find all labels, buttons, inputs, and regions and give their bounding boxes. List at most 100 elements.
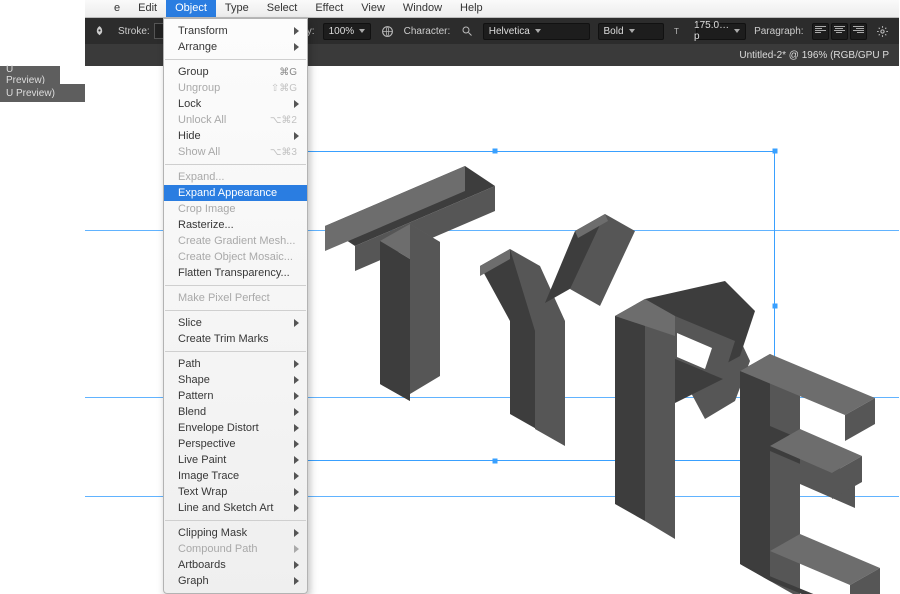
menu-item-label: Lock	[178, 98, 201, 110]
menubar-item-window[interactable]: Window	[394, 0, 451, 17]
menu-item-label: Envelope Distort	[178, 422, 259, 434]
menu-item-envelope-distort[interactable]: Envelope Distort	[164, 420, 307, 436]
menu-item-label: Text Wrap	[178, 486, 227, 498]
app-icon	[93, 25, 106, 38]
menu-item-path[interactable]: Path	[164, 356, 307, 372]
menu-item-unlock-all: Unlock All⌥⌘2	[164, 112, 307, 128]
menu-separator	[165, 285, 306, 286]
menu-item-expand: Expand...	[164, 169, 307, 185]
document-tab-left[interactable]: U Preview)	[0, 66, 60, 84]
menubar: eEditObjectTypeSelectEffectViewWindowHel…	[85, 0, 899, 18]
menu-item-live-paint[interactable]: Live Paint	[164, 452, 307, 468]
menubar-item-object[interactable]: Object	[166, 0, 216, 17]
menu-item-label: Live Paint	[178, 454, 226, 466]
menu-item-label: Slice	[178, 317, 202, 329]
paragraph-align-group	[812, 23, 867, 40]
menu-item-shortcut: ⌥⌘3	[260, 147, 297, 158]
opacity-field[interactable]: 100%	[323, 23, 372, 40]
menu-item-graph[interactable]: Graph	[164, 573, 307, 589]
font-family-field[interactable]: Helvetica	[483, 23, 590, 40]
selection-anchor[interactable]	[773, 149, 778, 154]
menu-item-label: Artboards	[178, 559, 226, 571]
menu-item-perspective[interactable]: Perspective	[164, 436, 307, 452]
menu-item-lock[interactable]: Lock	[164, 96, 307, 112]
menu-item-artboards[interactable]: Artboards	[164, 557, 307, 573]
menu-item-transform[interactable]: Transform	[164, 23, 307, 39]
menubar-item-edit[interactable]: Edit	[129, 0, 166, 17]
menu-item-group[interactable]: Group⌘G	[164, 64, 307, 80]
font-size-icon: T	[672, 23, 688, 40]
menu-item-label: Show All	[178, 146, 220, 158]
menu-item-make-pixel-perfect: Make Pixel Perfect	[164, 290, 307, 306]
selection-anchor[interactable]	[493, 149, 498, 154]
menu-item-image-trace[interactable]: Image Trace	[164, 468, 307, 484]
menu-item-label: Transform	[178, 25, 228, 37]
menu-item-hide[interactable]: Hide	[164, 128, 307, 144]
menu-item-label: Line and Sketch Art	[178, 502, 273, 514]
menu-separator	[165, 310, 306, 311]
options-gear-icon[interactable]	[875, 23, 891, 40]
menu-item-flatten-transparency[interactable]: Flatten Transparency...	[164, 265, 307, 281]
menubar-item-type[interactable]: Type	[216, 0, 258, 17]
menu-item-shortcut: ⌘G	[269, 67, 297, 78]
menu-item-label: Clipping Mask	[178, 527, 247, 539]
search-icon[interactable]	[458, 23, 474, 40]
object-menu: Transform Arrange Group⌘G Ungroup ⇧⌘G Lock Unl…	[163, 18, 308, 594]
menu-item-label: Create Gradient Mesh...	[178, 235, 295, 247]
menu-separator	[165, 164, 306, 165]
menu-item-label: Pattern	[178, 390, 213, 402]
svg-text:T: T	[674, 27, 679, 36]
menu-separator	[165, 351, 306, 352]
menu-item-create-trim-marks[interactable]: Create Trim Marks	[164, 331, 307, 347]
menu-item-label: Expand...	[178, 171, 224, 183]
align-right-button[interactable]	[850, 23, 867, 40]
menu-item-slice[interactable]: Slice	[164, 315, 307, 331]
menu-item-label: Flatten Transparency...	[178, 267, 290, 279]
menubar-item-effect[interactable]: Effect	[306, 0, 352, 17]
menu-item-label: Perspective	[178, 438, 235, 450]
menu-item-crop-image: Crop Image	[164, 201, 307, 217]
menu-item-label: Rasterize...	[178, 219, 234, 231]
menu-item-label: Graph	[178, 575, 209, 587]
document-tab-left-edge[interactable]: U Preview)	[0, 84, 85, 102]
menu-item-show-all: Show All ⌥⌘3	[164, 144, 307, 160]
menu-item-label: Crop Image	[178, 203, 235, 215]
paragraph-label: Paragraph:	[754, 26, 803, 37]
menu-item-pattern[interactable]: Pattern	[164, 388, 307, 404]
menubar-item-select[interactable]: Select	[258, 0, 307, 17]
stroke-label: Stroke:	[118, 26, 150, 37]
menu-item-label: Shape	[178, 374, 210, 386]
menu-item-label: Unlock All	[178, 114, 226, 126]
menu-item-arrange[interactable]: Arrange	[164, 39, 307, 55]
menu-item-shape[interactable]: Shape	[164, 372, 307, 388]
menu-item-blend[interactable]: Blend	[164, 404, 307, 420]
menu-item-label: Image Trace	[178, 470, 239, 482]
artwork-3d-type[interactable]	[265, 166, 885, 586]
menu-item-shortcut: ⇧⌘G	[261, 83, 297, 94]
menu-item-text-wrap[interactable]: Text Wrap	[164, 484, 307, 500]
app-window: eEditObjectTypeSelectEffectViewWindowHel…	[85, 0, 899, 576]
menu-item-label: Ungroup	[178, 82, 220, 94]
menu-item-label: Blend	[178, 406, 206, 418]
menu-item-label: Make Pixel Perfect	[178, 292, 270, 304]
menubar-item-help[interactable]: Help	[451, 0, 492, 17]
character-label: Character:	[404, 26, 451, 37]
font-size-field[interactable]: 175.0… p	[696, 23, 746, 40]
menu-item-create-object-mosaic: Create Object Mosaic...	[164, 249, 307, 265]
font-weight-field[interactable]: Bold	[598, 23, 664, 40]
menu-separator	[165, 59, 306, 60]
menubar-item-e[interactable]: e	[105, 0, 129, 17]
menu-item-rasterize[interactable]: Rasterize...	[164, 217, 307, 233]
menu-item-label: Hide	[178, 130, 201, 142]
align-center-button[interactable]	[831, 23, 848, 40]
menu-item-compound-path: Compound Path	[164, 541, 307, 557]
menu-item-clipping-mask[interactable]: Clipping Mask	[164, 525, 307, 541]
menu-item-expand-appearance[interactable]: Expand Appearance	[164, 185, 307, 201]
document-tab[interactable]: Untitled-2* @ 196% (RGB/GPU P	[729, 50, 899, 61]
align-left-button[interactable]	[812, 23, 829, 40]
menu-item-line-and-sketch-art[interactable]: Line and Sketch Art	[164, 500, 307, 516]
menu-item-ungroup: Ungroup ⇧⌘G	[164, 80, 307, 96]
globe-icon[interactable]	[379, 23, 395, 40]
menubar-item-view[interactable]: View	[352, 0, 394, 17]
menu-item-label: Path	[178, 358, 201, 370]
